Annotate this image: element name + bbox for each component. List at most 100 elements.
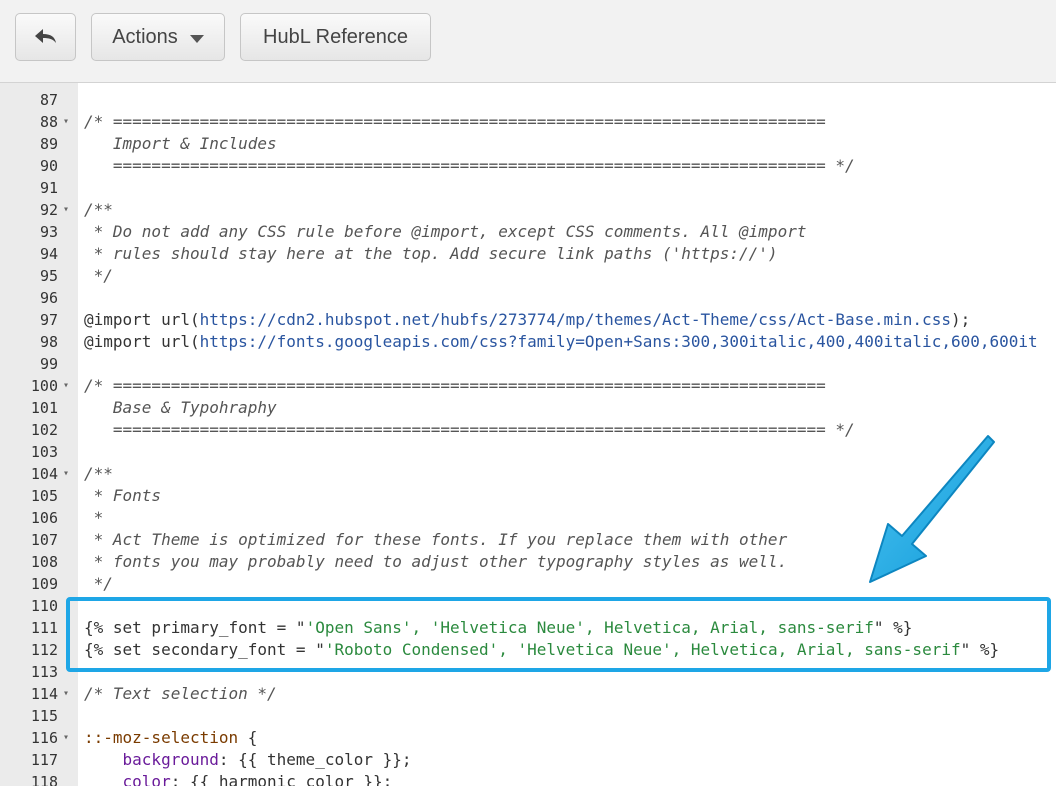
code-text: /* =====================================… [84, 111, 826, 133]
code-line: 93 * Do not add any CSS rule before @imp… [0, 221, 1056, 243]
code-text: */ [84, 265, 113, 287]
code-line: 97 @import url(https://cdn2.hubspot.net/h… [0, 309, 1056, 331]
code-line: 88 ▾ /* ==================================… [0, 111, 1056, 133]
code-token: * Do not add any CSS rule before @import… [84, 222, 807, 241]
line-number: 105 [30, 487, 58, 505]
line-number: 103 [30, 443, 58, 461]
code-token: Base & Typohraphy [84, 398, 277, 417]
code-token: * fonts you may probably need to adjust … [84, 552, 788, 571]
code-line: 109 */ [0, 573, 1056, 595]
line-number: 117 [30, 751, 58, 769]
back-button[interactable] [15, 13, 76, 61]
code-text: Base & Typohraphy [84, 397, 277, 419]
code-editor[interactable]: 87 88 ▾ /* ================================… [0, 83, 1056, 786]
code-token: ========================================… [84, 420, 855, 439]
line-number: 107 [30, 531, 58, 549]
code-line: 114 ▾ /* Text selection */ [0, 683, 1056, 705]
code-text: * rules should stay here at the top. Add… [84, 243, 778, 265]
code-line: 106 * [0, 507, 1056, 529]
fold-toggle-icon[interactable]: ▾ [63, 683, 69, 705]
fold-toggle-icon[interactable]: ▾ [63, 199, 69, 221]
code-text: /** [84, 463, 113, 485]
code-token: * Fonts [84, 486, 162, 505]
code-token: /* =====================================… [84, 112, 826, 131]
code-text: /* Text selection */ [84, 683, 277, 705]
line-number: 100 [30, 377, 58, 395]
code-line: 101 Base & Typohraphy [0, 397, 1056, 419]
code-text: @import url(https://cdn2.hubspot.net/hub… [84, 309, 970, 331]
code-token: {% set secondary_font = " [84, 640, 325, 659]
code-token: */ [84, 574, 113, 593]
code-line: 99 [0, 353, 1056, 375]
code-line: 112 {% set secondary_font = "'Roboto Cond… [0, 639, 1056, 661]
code-token: @import url( [84, 332, 200, 351]
line-number: 102 [30, 421, 58, 439]
line-number: 111 [30, 619, 58, 637]
line-number: 113 [30, 663, 58, 681]
code-token: ); [950, 310, 971, 329]
code-token: /** [84, 200, 113, 219]
fold-toggle-icon[interactable]: ▾ [63, 375, 69, 397]
code-text: /** [84, 199, 113, 221]
code-line: 105 * Fonts [0, 485, 1056, 507]
line-number: 110 [30, 597, 58, 615]
code-line: 107 * Act Theme is optimized for these f… [0, 529, 1056, 551]
code-token: " %} [873, 618, 913, 637]
line-number: 91 [39, 179, 58, 197]
code-line: 100 ▾ /* =================================… [0, 375, 1056, 397]
fold-toggle-icon[interactable]: ▾ [63, 111, 69, 133]
code-token: Import & Includes [84, 134, 277, 153]
code-token: color [122, 772, 171, 786]
line-number: 97 [39, 311, 58, 329]
code-text: /* =====================================… [84, 375, 826, 397]
line-number: 99 [39, 355, 58, 373]
code-text: * [84, 507, 104, 529]
line-number: 93 [39, 223, 58, 241]
line-number: 94 [39, 245, 58, 263]
code-line: 113 [0, 661, 1056, 683]
code-text: * Do not add any CSS rule before @import… [84, 221, 807, 243]
line-number: 114 [30, 685, 58, 703]
actions-button[interactable]: Actions [91, 13, 225, 61]
line-number: 118 [30, 773, 58, 786]
code-line: 94 * rules should stay here at the top. … [0, 243, 1056, 265]
line-number: 95 [39, 267, 58, 285]
code-token: /* Text selection */ [84, 684, 277, 703]
line-number: 89 [39, 135, 58, 153]
code-lines: 87 88 ▾ /* ================================… [0, 89, 1056, 786]
code-token: : {{ theme_color }}; [218, 750, 412, 769]
line-number: 115 [30, 707, 58, 725]
code-text: @import url(https://fonts.googleapis.com… [84, 331, 1038, 353]
hubl-reference-button[interactable]: HubL Reference [240, 13, 431, 61]
back-arrow-icon [34, 29, 56, 43]
toolbar: Actions HubL Reference [0, 0, 1056, 83]
code-line: 89 Import & Includes [0, 133, 1056, 155]
code-line: 87 [0, 89, 1056, 111]
hubl-reference-label: HubL Reference [263, 25, 408, 48]
code-line: 111 {% set primary_font = "'Open Sans', '… [0, 617, 1056, 639]
code-token: {% set primary_font = " [84, 618, 306, 637]
code-token: background [122, 750, 219, 769]
code-text: ========================================… [84, 155, 855, 177]
code-text: {% set secondary_font = "'Roboto Condens… [84, 639, 999, 661]
code-token: * rules should stay here at the top. Add… [84, 244, 778, 263]
code-text: ========================================… [84, 419, 855, 441]
line-number: 90 [39, 157, 58, 175]
code-line: 108 * fonts you may probably need to adj… [0, 551, 1056, 573]
code-text: * Act Theme is optimized for these fonts… [84, 529, 788, 551]
line-number: 109 [30, 575, 58, 593]
chevron-down-icon [189, 34, 204, 43]
code-text: * fonts you may probably need to adjust … [84, 551, 788, 573]
code-token: https://cdn2.hubspot.net/hubfs/273774/mp… [199, 310, 951, 329]
code-line: 92 ▾ /** [0, 199, 1056, 221]
code-token: * [84, 508, 104, 527]
fold-toggle-icon[interactable]: ▾ [63, 463, 69, 485]
line-number: 108 [30, 553, 58, 571]
line-number: 98 [39, 333, 58, 351]
fold-toggle-icon[interactable]: ▾ [63, 727, 69, 749]
code-token: { [238, 728, 258, 747]
code-text: Import & Includes [84, 133, 277, 155]
line-number: 116 [30, 729, 58, 747]
